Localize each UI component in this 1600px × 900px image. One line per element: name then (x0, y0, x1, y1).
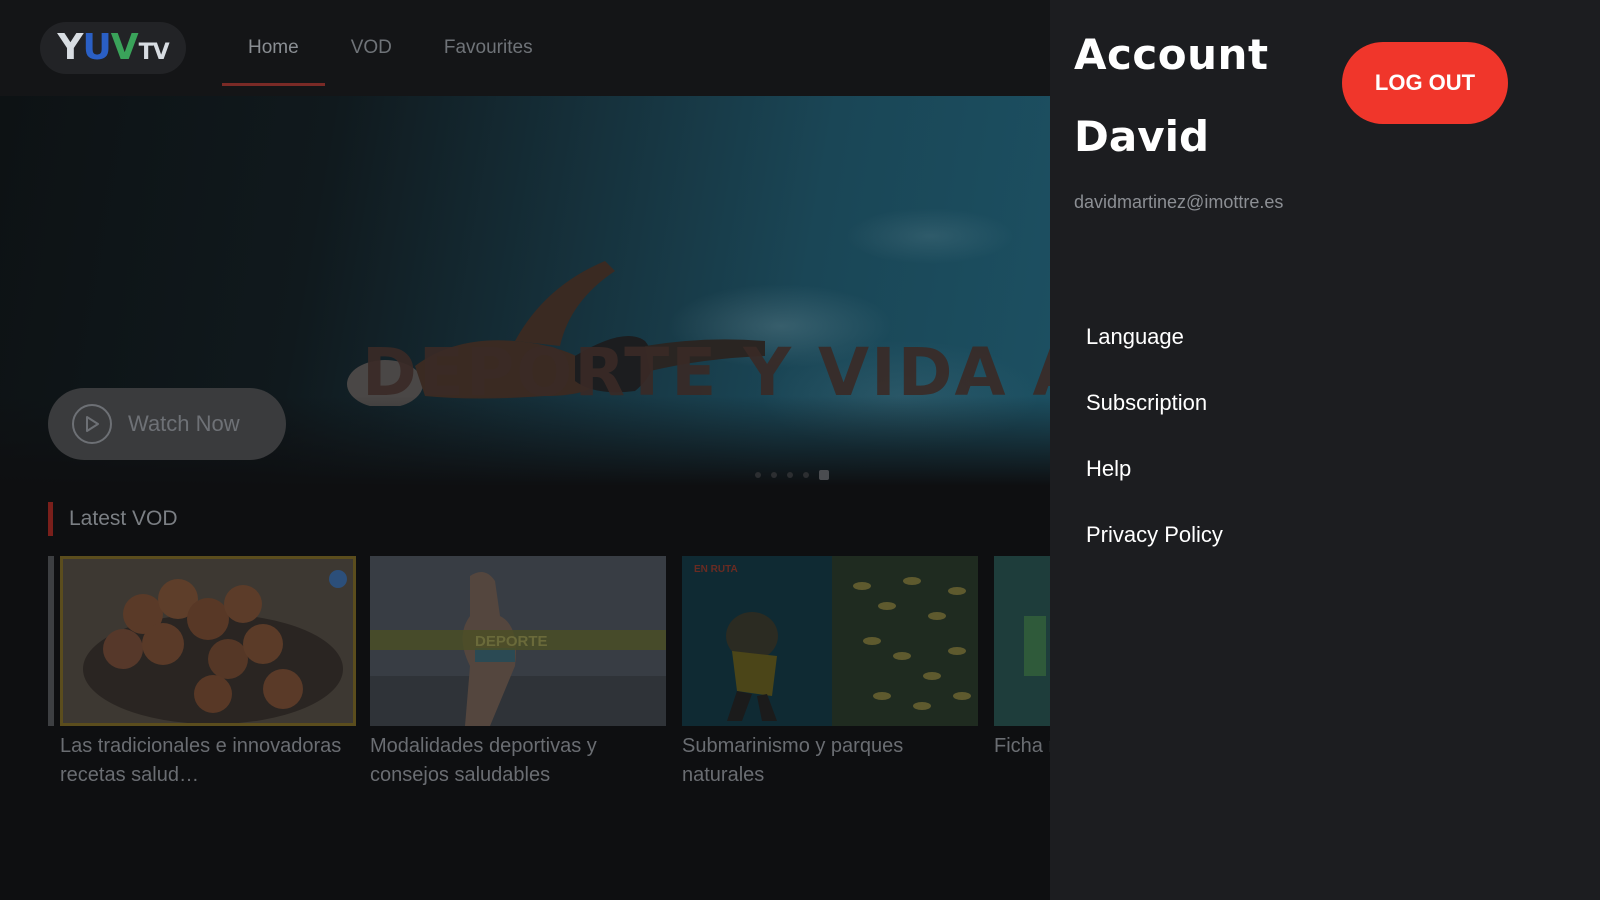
carousel-dot[interactable] (787, 472, 793, 478)
carousel-dot-active[interactable] (819, 470, 829, 480)
menu-item-subscription[interactable]: Subscription (1086, 388, 1223, 454)
vod-thumbnail-walnuts (60, 556, 356, 726)
tab-home[interactable]: Home (222, 0, 325, 96)
carousel-indicator (755, 470, 829, 480)
vod-thumbnail-diver: EN RUTA (682, 556, 978, 726)
vod-thumbnail-runner: DEPORTE (370, 556, 666, 726)
vod-thumbnail-partial (994, 556, 1050, 726)
watch-now-button[interactable]: Watch Now (48, 388, 286, 460)
carousel-dot[interactable] (803, 472, 809, 478)
en-ruta-overlay-text: EN RUTA (694, 564, 738, 575)
play-icon (72, 404, 112, 444)
top-navigation-bar: Y U V TV Home VOD Favourites (0, 0, 1050, 96)
latest-vod-section-title: Latest VOD (48, 502, 178, 536)
user-name: David (1074, 112, 1210, 161)
deporte-overlay-text: DEPORTE (475, 633, 548, 650)
home-screen: Y U V TV Home VOD Favourites DEPORTE Y V… (0, 0, 1050, 900)
row-scroll-edge (48, 556, 54, 726)
carousel-dot[interactable] (755, 472, 761, 478)
tab-vod[interactable]: VOD (325, 0, 418, 96)
logo-letter-u: U (82, 27, 111, 68)
vod-caption: Submarinismo y parques naturales (682, 735, 904, 786)
menu-item-privacy-policy[interactable]: Privacy Policy (1086, 520, 1223, 586)
tab-favourites[interactable]: Favourites (418, 0, 559, 96)
carousel-dot[interactable] (771, 472, 777, 478)
watch-now-label: Watch Now (128, 411, 240, 436)
vod-card[interactable]: Las tradicionales e innovadoras recetas … (60, 556, 356, 790)
latest-vod-row: Las tradicionales e innovadoras recetas … (48, 556, 1050, 796)
logo-tv: TV (138, 40, 170, 65)
section-title-text: Latest VOD (69, 507, 178, 530)
yuvtv-logo[interactable]: Y U V TV (40, 22, 186, 74)
account-menu: Language Subscription Help Privacy Polic… (1086, 322, 1223, 586)
logout-button[interactable]: LOG OUT (1342, 42, 1508, 124)
diver-image: EN RUTA (682, 556, 978, 726)
account-panel: Account LOG OUT David davidmartinez@imot… (1050, 0, 1600, 900)
runner-image: DEPORTE (370, 556, 666, 726)
vod-card[interactable]: EN RUTA Submarinismo y parques naturales (682, 556, 978, 790)
user-email: davidmartinez@imottre.es (1074, 192, 1284, 212)
account-title: Account (1074, 30, 1269, 79)
vod-card[interactable]: DEPORTE Modalidades deportivas y consejo… (370, 556, 666, 790)
vod-caption: Modalidades deportivas y consejos saluda… (370, 735, 597, 786)
vod-card[interactable]: Ficha man (994, 556, 1050, 761)
vod-caption: Ficha man (994, 735, 1050, 757)
logo-letter-y: Y (57, 27, 83, 68)
partial-card-image (994, 556, 1050, 726)
vod-caption: Las tradicionales e innovadoras recetas … (60, 735, 342, 786)
logo-letter-v: V (110, 27, 139, 68)
section-accent-bar (48, 502, 53, 536)
menu-item-language[interactable]: Language (1086, 322, 1223, 388)
nav-tabs: Home VOD Favourites (222, 0, 559, 96)
menu-item-help[interactable]: Help (1086, 454, 1223, 520)
walnuts-image (63, 559, 353, 723)
